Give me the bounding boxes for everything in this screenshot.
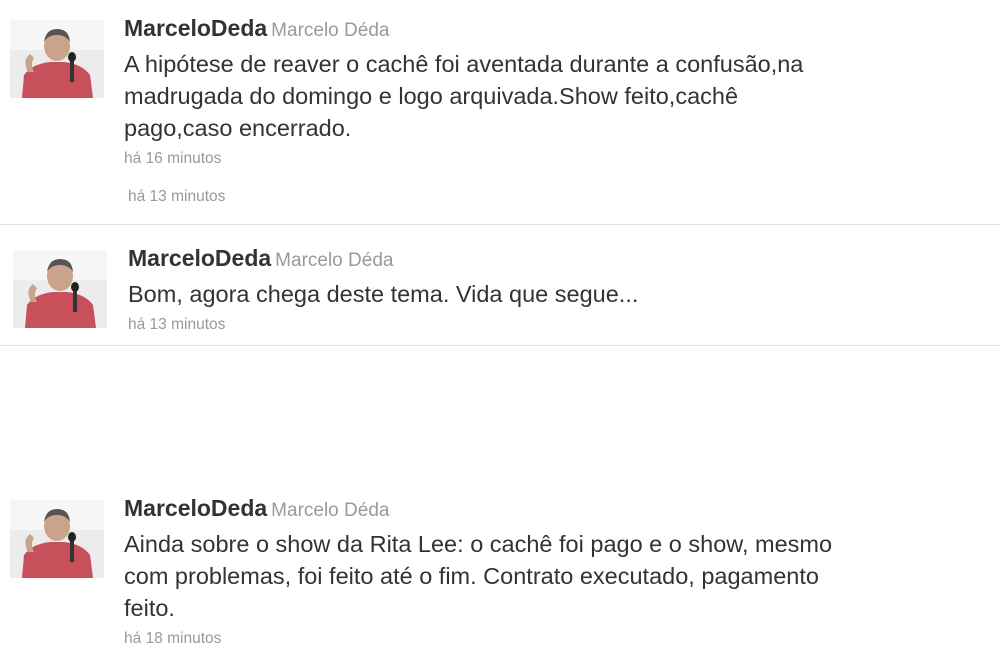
tweet-text: A hipótese de reaver o cachê foi aventad… <box>124 48 803 144</box>
tweet-text-line: Bom, agora chega deste tema. Vida que se… <box>128 281 639 307</box>
avatar[interactable] <box>10 500 104 578</box>
tweet-text-line: Ainda sobre o show da Rita Lee: o cachê … <box>124 531 833 557</box>
tweet-text-line: pago,caso encerrado. <box>124 115 352 141</box>
tweet-full-name: Marcelo Déda <box>275 250 394 271</box>
avatar[interactable] <box>13 250 107 328</box>
avatar-photo-icon <box>13 250 107 328</box>
tweet-text-line: com problemas, foi feito até o fim. Cont… <box>124 563 819 589</box>
avatar-photo-icon <box>10 500 104 578</box>
tweet-text: Ainda sobre o show da Rita Lee: o cachê … <box>124 528 832 624</box>
tweet-text-line: A hipótese de reaver o cachê foi aventad… <box>124 51 804 77</box>
avatar[interactable] <box>10 20 104 98</box>
tweet-timestamp[interactable]: há 13 minutos <box>128 188 225 206</box>
tweet-timestamp[interactable]: há 13 minutos <box>128 314 638 336</box>
tweet-text-line: madrugada do domingo e logo arquivada.Sh… <box>124 83 739 109</box>
tweet-screen-name[interactable]: MarceloDeda <box>128 245 271 271</box>
tweet-text-line: feito. <box>124 595 175 621</box>
tweet-separator <box>0 224 1000 225</box>
tweet-text: Bom, agora chega deste tema. Vida que se… <box>128 278 638 310</box>
tweet-separator <box>0 345 1000 346</box>
tweet-timestamp[interactable]: há 18 minutos <box>124 628 832 650</box>
tweet-screen-name[interactable]: MarceloDeda <box>124 495 267 521</box>
tweet-timestamp[interactable]: há 16 minutos <box>124 148 803 170</box>
tweet-full-name: Marcelo Déda <box>271 20 390 41</box>
tweet-screen-name[interactable]: MarceloDeda <box>124 15 267 41</box>
avatar-photo-icon <box>10 20 104 98</box>
tweet-full-name: Marcelo Déda <box>271 500 390 521</box>
